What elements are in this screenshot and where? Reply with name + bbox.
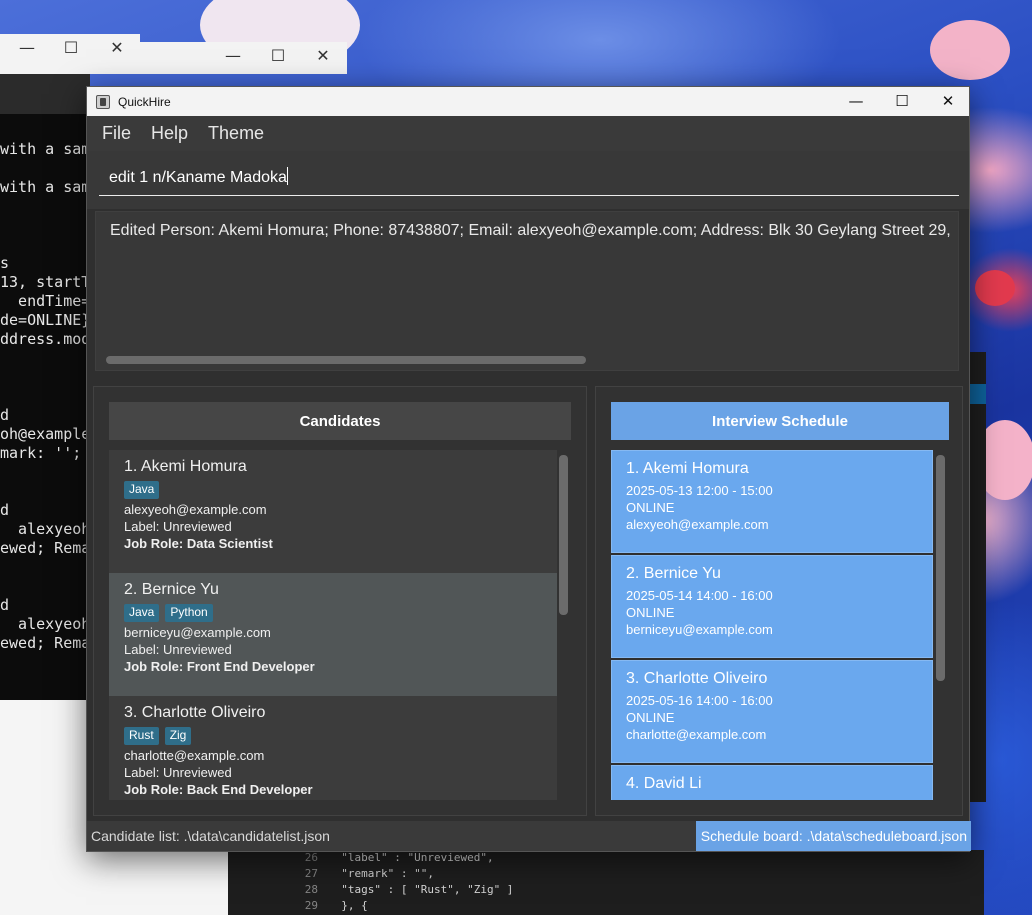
status-bar: Candidate list: .\data\candidatelist.jso… — [87, 821, 971, 851]
background-terminal: with a samp with a samp s 13, startTi en… — [0, 74, 90, 700]
schedule-name: 3. Charlotte Oliveiro — [626, 670, 768, 687]
schedule-card[interactable]: 3. Charlotte Oliveiro 2025-05-16 14:00 -… — [611, 660, 933, 763]
close-icon: ✕ — [110, 38, 124, 57]
menu-theme[interactable]: Theme — [208, 123, 264, 144]
content-panes: Candidates 1. Akemi Homura Java alexyeoh… — [87, 383, 971, 819]
schedule-panel: Interview Schedule 1. Akemi Homura 2025-… — [595, 386, 963, 816]
candidate-email: berniceyu@example.com — [124, 625, 271, 640]
candidate-card[interactable]: 1. Akemi Homura Java alexyeoh@example.co… — [109, 450, 557, 573]
command-box: edit 1 n/Kaname Madoka — [87, 151, 969, 209]
close-button[interactable]: ✕ — [925, 87, 971, 116]
menu-help[interactable]: Help — [151, 123, 188, 144]
maximize-button[interactable]: ☐ — [879, 87, 925, 116]
schedule-name: 4. David Li — [626, 775, 702, 792]
terminal-output: with a samp with a samp s 13, startTi en… — [0, 140, 90, 652]
candidate-email: charlotte@example.com — [124, 748, 265, 763]
line-number: 29 — [304, 899, 318, 912]
minimize-button[interactable]: — — [833, 87, 879, 116]
schedule-card[interactable]: 2. Bernice Yu 2025-05-14 14:00 - 16:00 O… — [611, 555, 933, 658]
schedule-time: 2025-05-14 14:00 - 16:00 — [626, 588, 773, 603]
code-line: "label" : "Unreviewed", — [328, 851, 494, 864]
schedule-header: Interview Schedule — [611, 402, 949, 440]
code-line: "remark" : "", — [328, 867, 434, 880]
close-icon: ✕ — [316, 46, 330, 65]
schedule-mode: ONLINE — [626, 710, 675, 725]
schedule-time: 2025-05-13 12:00 - 15:00 — [626, 483, 773, 498]
text-cursor — [286, 167, 288, 185]
command-text: edit 1 n/Kaname Madoka — [109, 169, 287, 186]
tag: Zig — [164, 727, 192, 745]
schedule-time: 2025-05-16 14:00 - 16:00 — [626, 693, 773, 708]
line-number: 27 — [304, 867, 318, 880]
schedule-email: berniceyu@example.com — [626, 622, 773, 637]
maximize-icon: ☐ — [270, 46, 286, 65]
schedule-email: charlotte@example.com — [626, 727, 767, 742]
candidate-scrollbar[interactable] — [559, 455, 568, 615]
candidate-tags: Java Python — [124, 604, 542, 622]
schedule-scrollbar[interactable] — [936, 455, 945, 681]
candidates-panel: Candidates 1. Akemi Homura Java alexyeoh… — [93, 386, 587, 816]
tag: Java — [124, 481, 160, 499]
title-bar[interactable]: QuickHire — ☐ ✕ — [87, 87, 969, 116]
candidate-tags: Java — [124, 481, 542, 499]
schedule-list[interactable]: 1. Akemi Homura 2025-05-13 12:00 - 15:00… — [611, 450, 933, 800]
result-display[interactable]: Edited Person: Akemi Homura; Phone: 8743… — [95, 211, 959, 371]
candidate-email: alexyeoh@example.com — [124, 502, 267, 517]
tag: Python — [165, 604, 213, 622]
window-title: QuickHire — [118, 94, 171, 109]
command-input[interactable]: edit 1 n/Kaname Madoka — [99, 161, 959, 196]
minimize-icon: — — [225, 46, 241, 65]
candidate-name: 1. Akemi Homura — [124, 458, 247, 475]
background-window-2: — ☐ ✕ — [140, 42, 347, 74]
schedule-email: alexyeoh@example.com — [626, 517, 769, 532]
candidates-header: Candidates — [109, 402, 571, 440]
candidate-name: 2. Bernice Yu — [124, 581, 219, 598]
schedule-name: 1. Akemi Homura — [626, 460, 749, 477]
candidate-role: Job Role: Data Scientist — [124, 536, 273, 551]
menu-bar: File Help Theme — [87, 116, 969, 151]
candidate-name: 3. Charlotte Oliveiro — [124, 704, 266, 721]
menu-file[interactable]: File — [102, 123, 131, 144]
background-code-editor: 26 27 28 29 "label" : "Unreviewed", "remark… — [228, 850, 984, 915]
candidate-role: Job Role: Front End Developer — [124, 659, 315, 674]
schedule-name: 2. Bernice Yu — [626, 565, 721, 582]
editor-code: "label" : "Unreviewed", "remark" : "", "… — [328, 850, 513, 914]
quickhire-window: QuickHire — ☐ ✕ File Help Theme edit 1 n… — [86, 86, 971, 852]
app-logo-icon — [96, 94, 110, 109]
candidate-tags: Rust Zig — [124, 727, 542, 745]
horizontal-scrollbar[interactable] — [106, 356, 586, 364]
candidate-list[interactable]: 1. Akemi Homura Java alexyeoh@example.co… — [109, 450, 557, 800]
code-line: }, { — [328, 899, 368, 912]
terminal-titlebar — [0, 74, 90, 114]
wallpaper-shape — [930, 20, 1010, 80]
tag: Java — [124, 604, 160, 622]
candidate-label: Label: Unreviewed — [124, 765, 232, 780]
candidate-card[interactable]: 2. Bernice Yu Java Python berniceyu@exam… — [109, 573, 557, 696]
candidate-role: Job Role: Back End Developer — [124, 782, 313, 797]
result-text: Edited Person: Akemi Homura; Phone: 8743… — [110, 222, 951, 239]
background-window-1: — ☐ ✕ — [0, 34, 140, 74]
line-number: 28 — [304, 883, 318, 896]
schedule-mode: ONLINE — [626, 605, 675, 620]
candidate-card[interactable]: 3. Charlotte Oliveiro Rust Zig charlotte… — [109, 696, 557, 800]
schedule-card[interactable]: 1. Akemi Homura 2025-05-13 12:00 - 15:00… — [611, 450, 933, 553]
code-line: "tags" : [ "Rust", "Zig" ] — [328, 883, 514, 896]
schedule-card[interactable]: 4. David Li — [611, 765, 933, 800]
minimize-icon: — — [19, 38, 35, 57]
schedule-file-status: Schedule board: .\data\scheduleboard.jso… — [695, 821, 971, 851]
candidate-file-status: Candidate list: .\data\candidatelist.jso… — [91, 828, 330, 844]
schedule-mode: ONLINE — [626, 500, 675, 515]
wallpaper-shape — [975, 270, 1015, 306]
tag: Rust — [124, 727, 159, 745]
maximize-icon: ☐ — [63, 38, 79, 57]
candidate-label: Label: Unreviewed — [124, 642, 232, 657]
line-number: 26 — [304, 851, 318, 864]
candidate-label: Label: Unreviewed — [124, 519, 232, 534]
editor-line-numbers: 26 27 28 29 — [268, 850, 318, 914]
